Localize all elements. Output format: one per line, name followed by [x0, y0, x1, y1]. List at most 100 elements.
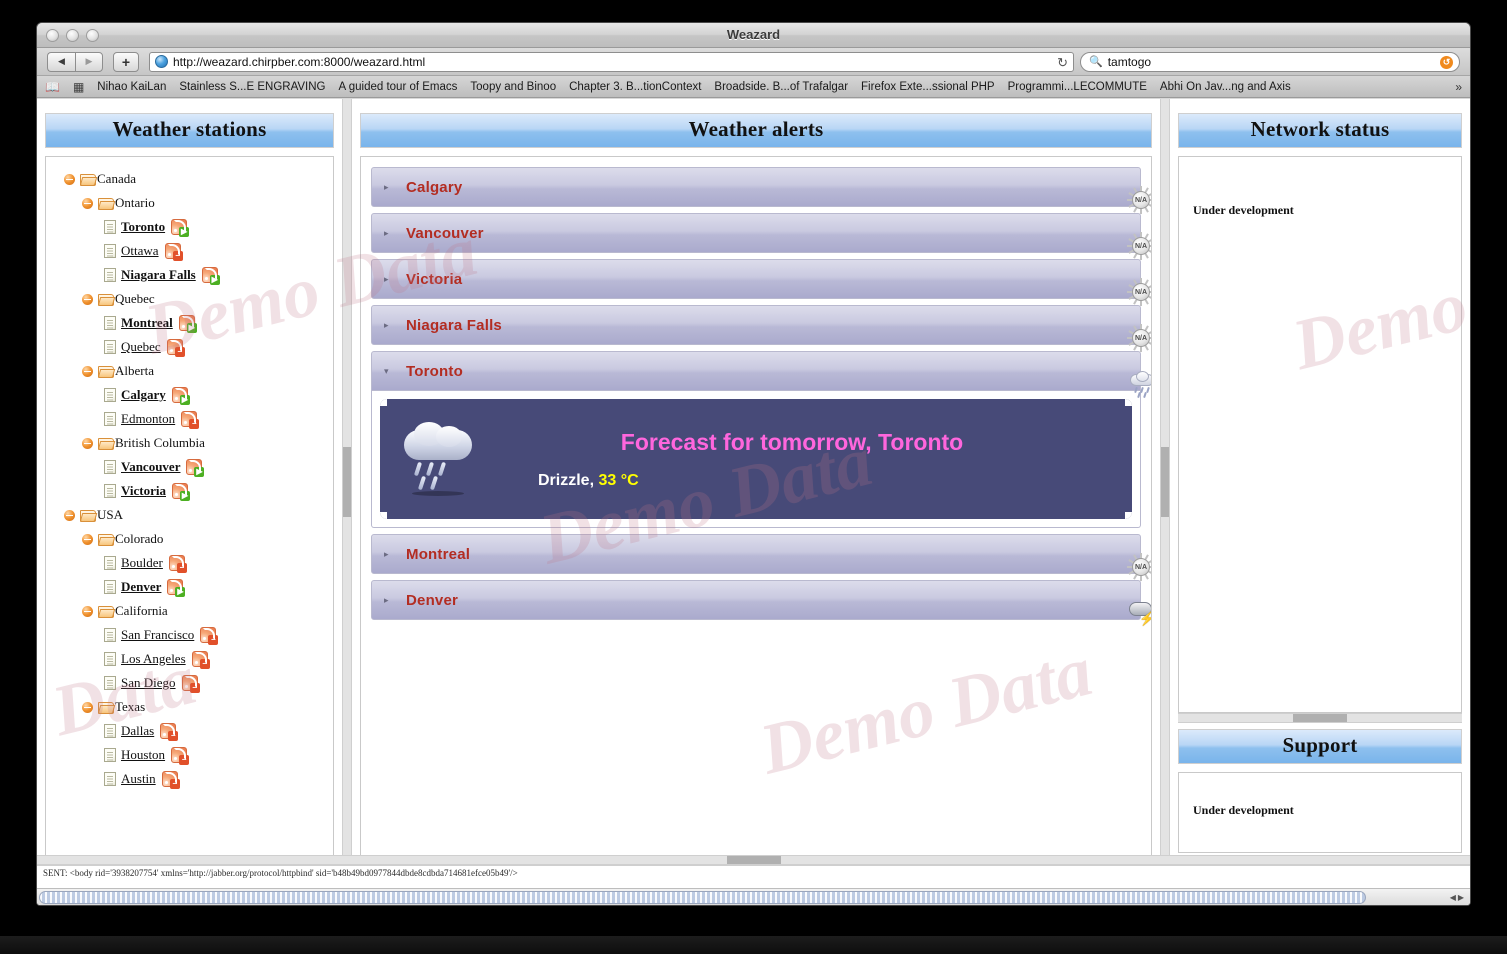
alert-accordion-header[interactable]: ▸ Niagara Falls N/A — [371, 305, 1151, 352]
unsubscribe-icon[interactable]: ▶ — [167, 579, 186, 597]
tree-folder-node[interactable]: Ontario — [56, 191, 323, 215]
tree-station-node[interactable]: Boulder − — [56, 551, 323, 575]
station-link[interactable]: Denver — [121, 579, 161, 595]
tree-station-node[interactable]: Calgary ▶ — [56, 383, 323, 407]
unsubscribe-icon[interactable]: ▶ — [186, 459, 205, 477]
tree-station-node[interactable]: Vancouver ▶ — [56, 455, 323, 479]
subscribe-icon[interactable]: − — [191, 651, 210, 669]
chevron-right-icon[interactable]: ▸ — [384, 595, 396, 606]
reload-icon[interactable]: ↻ — [1057, 55, 1068, 71]
station-link[interactable]: Montreal — [121, 315, 173, 331]
scrollbar-thumb[interactable] — [39, 890, 1366, 904]
expand-collapse-icon[interactable] — [82, 605, 93, 617]
right-splitter[interactable] — [1160, 99, 1170, 865]
station-link[interactable]: Niagara Falls — [121, 267, 196, 283]
bookmark-item[interactable]: Nihao KaiLan — [97, 81, 166, 93]
station-link[interactable]: Toronto — [121, 219, 165, 235]
unsubscribe-icon[interactable]: ▶ — [201, 267, 220, 285]
tree-station-node[interactable]: Dallas − — [56, 719, 323, 743]
station-link[interactable]: Vancouver — [121, 459, 180, 475]
book-icon[interactable]: 📖 — [45, 80, 60, 94]
tree-station-node[interactable]: Denver ▶ — [56, 575, 323, 599]
splitter-grip[interactable] — [343, 447, 351, 517]
scroll-right-icon[interactable]: ▶ — [1458, 893, 1464, 902]
unsubscribe-icon[interactable]: ▶ — [178, 315, 197, 333]
expand-collapse-icon[interactable] — [82, 437, 93, 449]
expand-collapse-icon[interactable] — [82, 701, 93, 713]
tree-station-node[interactable]: San Diego − — [56, 671, 323, 695]
bookmark-item[interactable]: A guided tour of Emacs — [339, 81, 458, 93]
tree-station-node[interactable]: Victoria ▶ — [56, 479, 323, 503]
tree-station-node[interactable]: Edmonton − — [56, 407, 323, 431]
tree-folder-node[interactable]: Canada — [56, 167, 323, 191]
expand-collapse-icon[interactable] — [82, 533, 93, 545]
alert-accordion-header[interactable]: ▸ Victoria N/A — [371, 259, 1151, 306]
subscribe-icon[interactable]: − — [168, 555, 187, 573]
expand-collapse-icon[interactable] — [64, 509, 75, 521]
alert-accordion-header[interactable]: ▸Denver⚡ — [371, 580, 1151, 625]
bookmark-item[interactable]: Broadside. B...of Trafalgar — [714, 81, 848, 93]
tree-station-node[interactable]: Montreal ▶ — [56, 311, 323, 335]
station-link[interactable]: Calgary — [121, 387, 166, 403]
station-link[interactable]: San Diego — [121, 675, 176, 691]
tree-station-node[interactable]: Niagara Falls ▶ — [56, 263, 323, 287]
left-splitter[interactable] — [342, 99, 352, 865]
new-tab-button[interactable]: + — [113, 51, 139, 72]
station-link[interactable]: Dallas — [121, 723, 154, 739]
bookmark-item[interactable]: Chapter 3. B...tionContext — [569, 81, 701, 93]
address-bar[interactable]: http://weazard.chirpber.com:8000/weazard… — [149, 51, 1074, 72]
grid-icon[interactable]: ▦ — [73, 80, 84, 94]
forward-button[interactable]: ▶ — [75, 51, 103, 72]
subscribe-icon[interactable]: − — [181, 411, 200, 429]
console-horizontal-scrollbar[interactable]: ◀ ▶ — [37, 888, 1470, 905]
unsubscribe-icon[interactable]: ▶ — [171, 387, 190, 405]
right-column-splitter[interactable] — [1178, 713, 1462, 723]
tree-folder-node[interactable]: Alberta — [56, 359, 323, 383]
chevron-right-icon[interactable]: ▸ — [384, 228, 396, 239]
unsubscribe-icon[interactable]: ▶ — [172, 483, 190, 501]
subscribe-icon[interactable]: − — [161, 771, 180, 789]
splitter-grip[interactable] — [1293, 714, 1347, 722]
splitter-grip[interactable] — [1161, 447, 1169, 517]
bookmark-item[interactable]: Toopy and Binoo — [470, 81, 556, 93]
expand-collapse-icon[interactable] — [82, 365, 93, 377]
tree-station-node[interactable]: Austin − — [56, 767, 323, 791]
search-field[interactable]: 🔍 tamtogo ↺ — [1080, 51, 1460, 72]
back-button[interactable]: ◀ — [47, 51, 75, 72]
chevron-right-icon[interactable]: ▸ — [384, 182, 396, 193]
chevron-right-icon[interactable]: ▸ — [384, 320, 396, 331]
alert-accordion-header[interactable]: ▸ Calgary N/A — [371, 167, 1151, 214]
station-link[interactable]: Austin — [121, 771, 156, 787]
station-link[interactable]: Edmonton — [121, 411, 175, 427]
station-link[interactable]: San Francisco — [121, 627, 194, 643]
alert-accordion-header[interactable]: ▸ Montreal N/A — [371, 534, 1151, 581]
splitter-grip[interactable] — [726, 856, 781, 864]
subscribe-icon[interactable]: − — [160, 723, 179, 741]
bookmark-item[interactable]: Stainless S...E ENGRAVING — [179, 81, 325, 93]
subscribe-icon[interactable]: − — [164, 243, 183, 261]
alert-accordion-header[interactable]: ▾ Toronto — [371, 351, 1151, 399]
alert-accordion-header[interactable]: ▸ Vancouver N/A — [371, 213, 1151, 260]
station-link[interactable]: Ottawa — [121, 243, 159, 259]
scroll-left-icon[interactable]: ◀ — [1450, 893, 1456, 902]
bookmarks-overflow-icon[interactable]: » — [1455, 80, 1462, 94]
tree-folder-node[interactable]: California — [56, 599, 323, 623]
search-clear-icon[interactable]: ↺ — [1440, 55, 1453, 69]
bookmark-item[interactable]: Abhi On Jav...ng and Axis — [1160, 81, 1291, 93]
tree-folder-node[interactable]: USA — [56, 503, 323, 527]
station-link[interactable]: Houston — [121, 747, 165, 763]
station-link[interactable]: Quebec — [121, 339, 161, 355]
tree-folder-node[interactable]: British Columbia — [56, 431, 323, 455]
tree-station-node[interactable]: Ottawa − — [56, 239, 323, 263]
chevron-right-icon[interactable]: ▸ — [384, 274, 396, 285]
subscribe-icon[interactable]: − — [181, 675, 200, 693]
subscribe-icon[interactable]: − — [171, 747, 190, 765]
expand-collapse-icon[interactable] — [82, 197, 93, 209]
subscribe-icon[interactable]: − — [166, 339, 185, 357]
expand-collapse-icon[interactable] — [82, 293, 93, 305]
station-link[interactable]: Victoria — [121, 483, 166, 499]
tree-station-node[interactable]: Los Angeles − — [56, 647, 323, 671]
tree-station-node[interactable]: Toronto ▶ — [56, 215, 323, 239]
tree-station-node[interactable]: Quebec − — [56, 335, 323, 359]
tree-station-node[interactable]: Houston − — [56, 743, 323, 767]
